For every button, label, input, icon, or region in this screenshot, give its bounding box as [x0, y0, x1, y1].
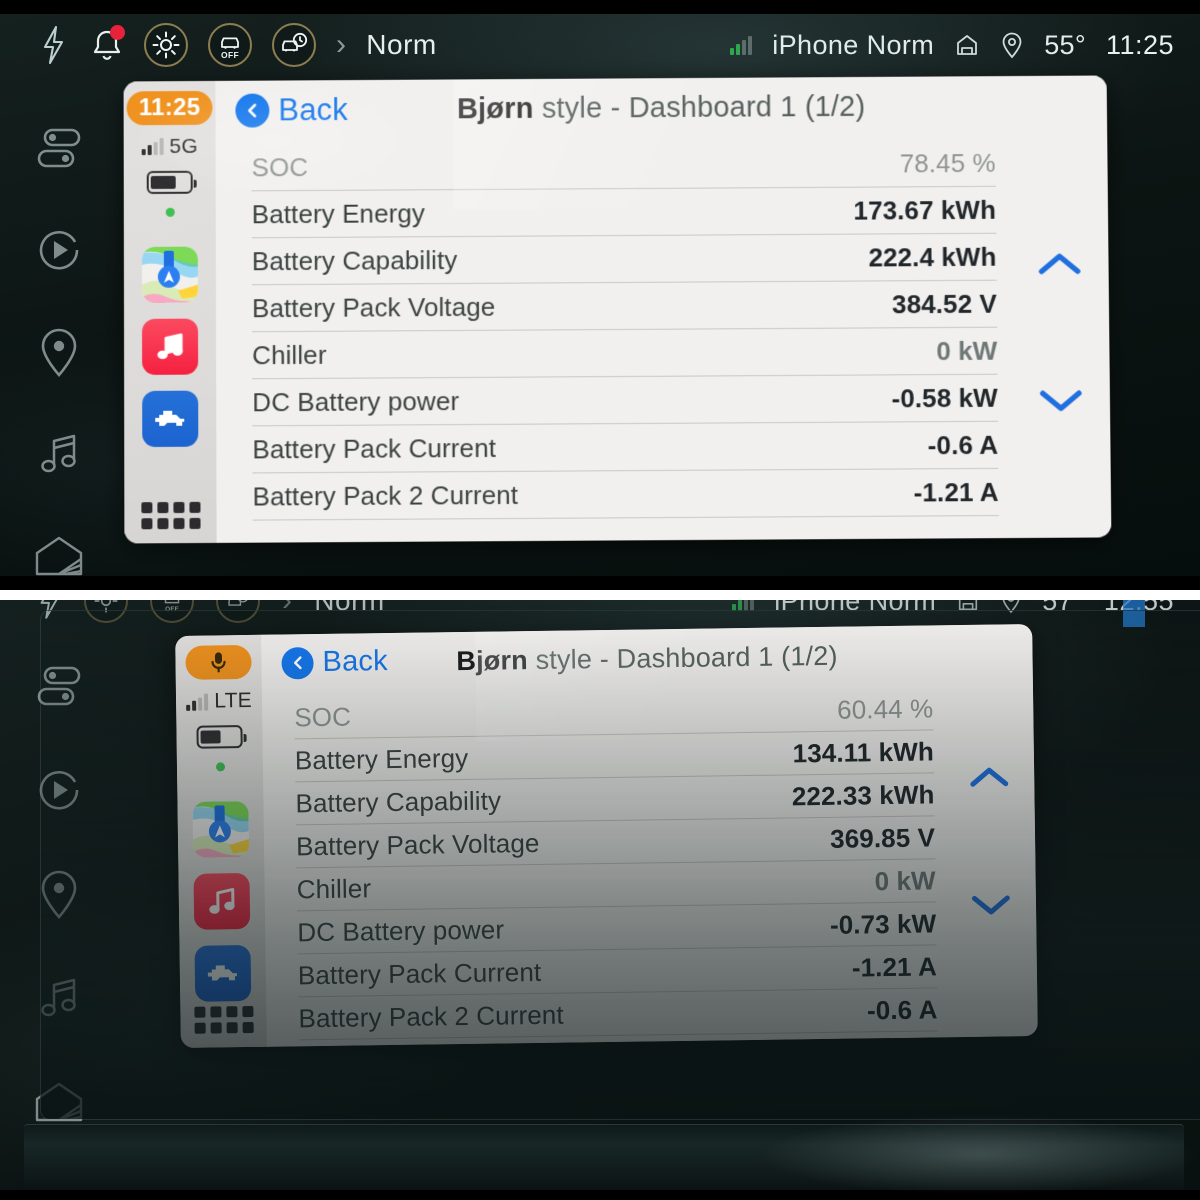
- letterbox-top: [0, 0, 1200, 14]
- carplay-app-music[interactable]: [142, 318, 198, 374]
- scroll-up-button[interactable]: [1028, 243, 1090, 283]
- scroll-down-button[interactable]: [1030, 387, 1092, 417]
- toggles-icon[interactable]: [31, 120, 87, 176]
- notification-bell-icon[interactable]: [90, 26, 124, 64]
- garage-home-icon[interactable]: [954, 32, 980, 58]
- notification-badge: [110, 25, 125, 40]
- music-note-icon[interactable]: [31, 426, 87, 482]
- table-row[interactable]: Battery Pack Current -0.6 A: [252, 422, 998, 474]
- carplay-app-maps[interactable]: [142, 246, 198, 302]
- parameter-name: Battery Pack Current: [252, 432, 496, 465]
- drive-mode-label: Norm: [366, 29, 436, 61]
- table-row[interactable]: Battery Pack 2 Current -1.21 A: [252, 469, 998, 521]
- chevron-right-icon: ›: [336, 28, 346, 62]
- dashboard-parameter-list[interactable]: SOC 78.45 % Battery Energy 173.67 kWh Batter…: [252, 140, 1000, 543]
- carplay-app-obd[interactable]: [142, 390, 198, 446]
- cellular-signal-icon: [730, 35, 752, 55]
- parameter-name: Battery Capability: [252, 245, 458, 277]
- dashboard-trim-strip: [24, 1124, 1184, 1190]
- carplay-app-list: [142, 246, 198, 446]
- parameter-value: -0.58 kW: [891, 382, 998, 414]
- carplay-network-label: 5G: [169, 134, 197, 158]
- screenshot-root: OFF › Norm iPhone Norm 55° 11:25 11:25 5…: [0, 0, 1200, 1200]
- parameter-value: 0 kW: [936, 335, 997, 366]
- page-title: Bjørn style - Dashboard 1 (1/2): [215, 89, 1107, 127]
- letterbox-bottom: [0, 576, 1200, 590]
- table-row[interactable]: DC Battery power -0.58 kW: [252, 375, 998, 427]
- location-pin-icon[interactable]: [31, 324, 87, 380]
- photo-panel-bottom: OFF › Norm iPhone Norm 57° 12:55: [0, 600, 1200, 1200]
- lane-assist-off-icon[interactable]: OFF: [208, 23, 252, 67]
- parameter-value: 384.52 V: [892, 288, 997, 320]
- carplay-content: Back Bjørn style - Dashboard 1 (1/2) SOC…: [215, 75, 1111, 542]
- parameter-name: Battery Energy: [252, 198, 425, 230]
- photo-panel-top: OFF › Norm iPhone Norm 55° 11:25 11:25 5…: [0, 0, 1200, 590]
- chevron-down-icon: [1038, 387, 1084, 417]
- carplay-sidebar: 11:25 5G: [124, 81, 217, 544]
- connected-device-label: iPhone Norm: [772, 30, 934, 61]
- letterbox-bottom-2: [0, 1190, 1200, 1200]
- app-grid-button[interactable]: [141, 502, 200, 529]
- parameter-name: Chiller: [252, 339, 327, 370]
- page-title-bold: Bjørn: [457, 93, 534, 125]
- carplay-clock: 11:25: [127, 91, 212, 125]
- green-privacy-dot: [165, 207, 174, 216]
- table-row[interactable]: Battery Energy 173.67 kWh: [252, 187, 997, 238]
- carplay-screen: 11:25 5G Back Bjørn style - Dashboard 1 …: [124, 75, 1112, 543]
- carplay-signal-icon: [141, 138, 163, 155]
- display-bezel: [40, 610, 1200, 1120]
- vehicle-status-bar: OFF › Norm iPhone Norm 55° 11:25: [0, 14, 1200, 76]
- headlight-icon[interactable]: [144, 23, 188, 67]
- parameter-value: -0.6 A: [928, 429, 999, 461]
- parameter-name: DC Battery power: [252, 386, 459, 418]
- vehicle-clock-label: 11:25: [1106, 30, 1174, 61]
- table-row[interactable]: Chiller 0 kW: [252, 328, 998, 380]
- parameter-name: SOC: [252, 152, 309, 183]
- parameter-name: Battery Pack Voltage: [252, 291, 495, 323]
- carplay-signal-row: 5G: [141, 134, 197, 158]
- svg-text:OFF: OFF: [221, 50, 239, 60]
- charge-bolt-icon: [36, 23, 70, 67]
- vehicle-sidebar: [0, 120, 118, 584]
- page-title-rest: style - Dashboard 1 (1/2): [533, 91, 865, 125]
- table-row[interactable]: Battery Pack Voltage 384.52 V: [252, 281, 997, 333]
- play-circle-icon[interactable]: [31, 222, 87, 278]
- outside-temperature-label: 55°: [1044, 30, 1086, 61]
- carplay-projection-icon[interactable]: [31, 528, 87, 584]
- table-row[interactable]: SOC 78.45 %: [252, 140, 996, 191]
- parameter-value: -1.21 A: [913, 476, 998, 508]
- location-pin-icon[interactable]: [1000, 31, 1024, 59]
- parameter-name: Battery Pack 2 Current: [252, 479, 518, 512]
- parameter-value: 78.45 %: [900, 147, 996, 179]
- battery-icon: [147, 170, 193, 193]
- parameter-value: 222.4 kWh: [868, 241, 996, 273]
- chevron-up-icon: [1036, 243, 1082, 283]
- table-row[interactable]: Battery Capability 222.4 kWh: [252, 234, 997, 286]
- following-distance-icon[interactable]: [272, 23, 316, 67]
- parameter-value: 173.67 kWh: [853, 194, 996, 226]
